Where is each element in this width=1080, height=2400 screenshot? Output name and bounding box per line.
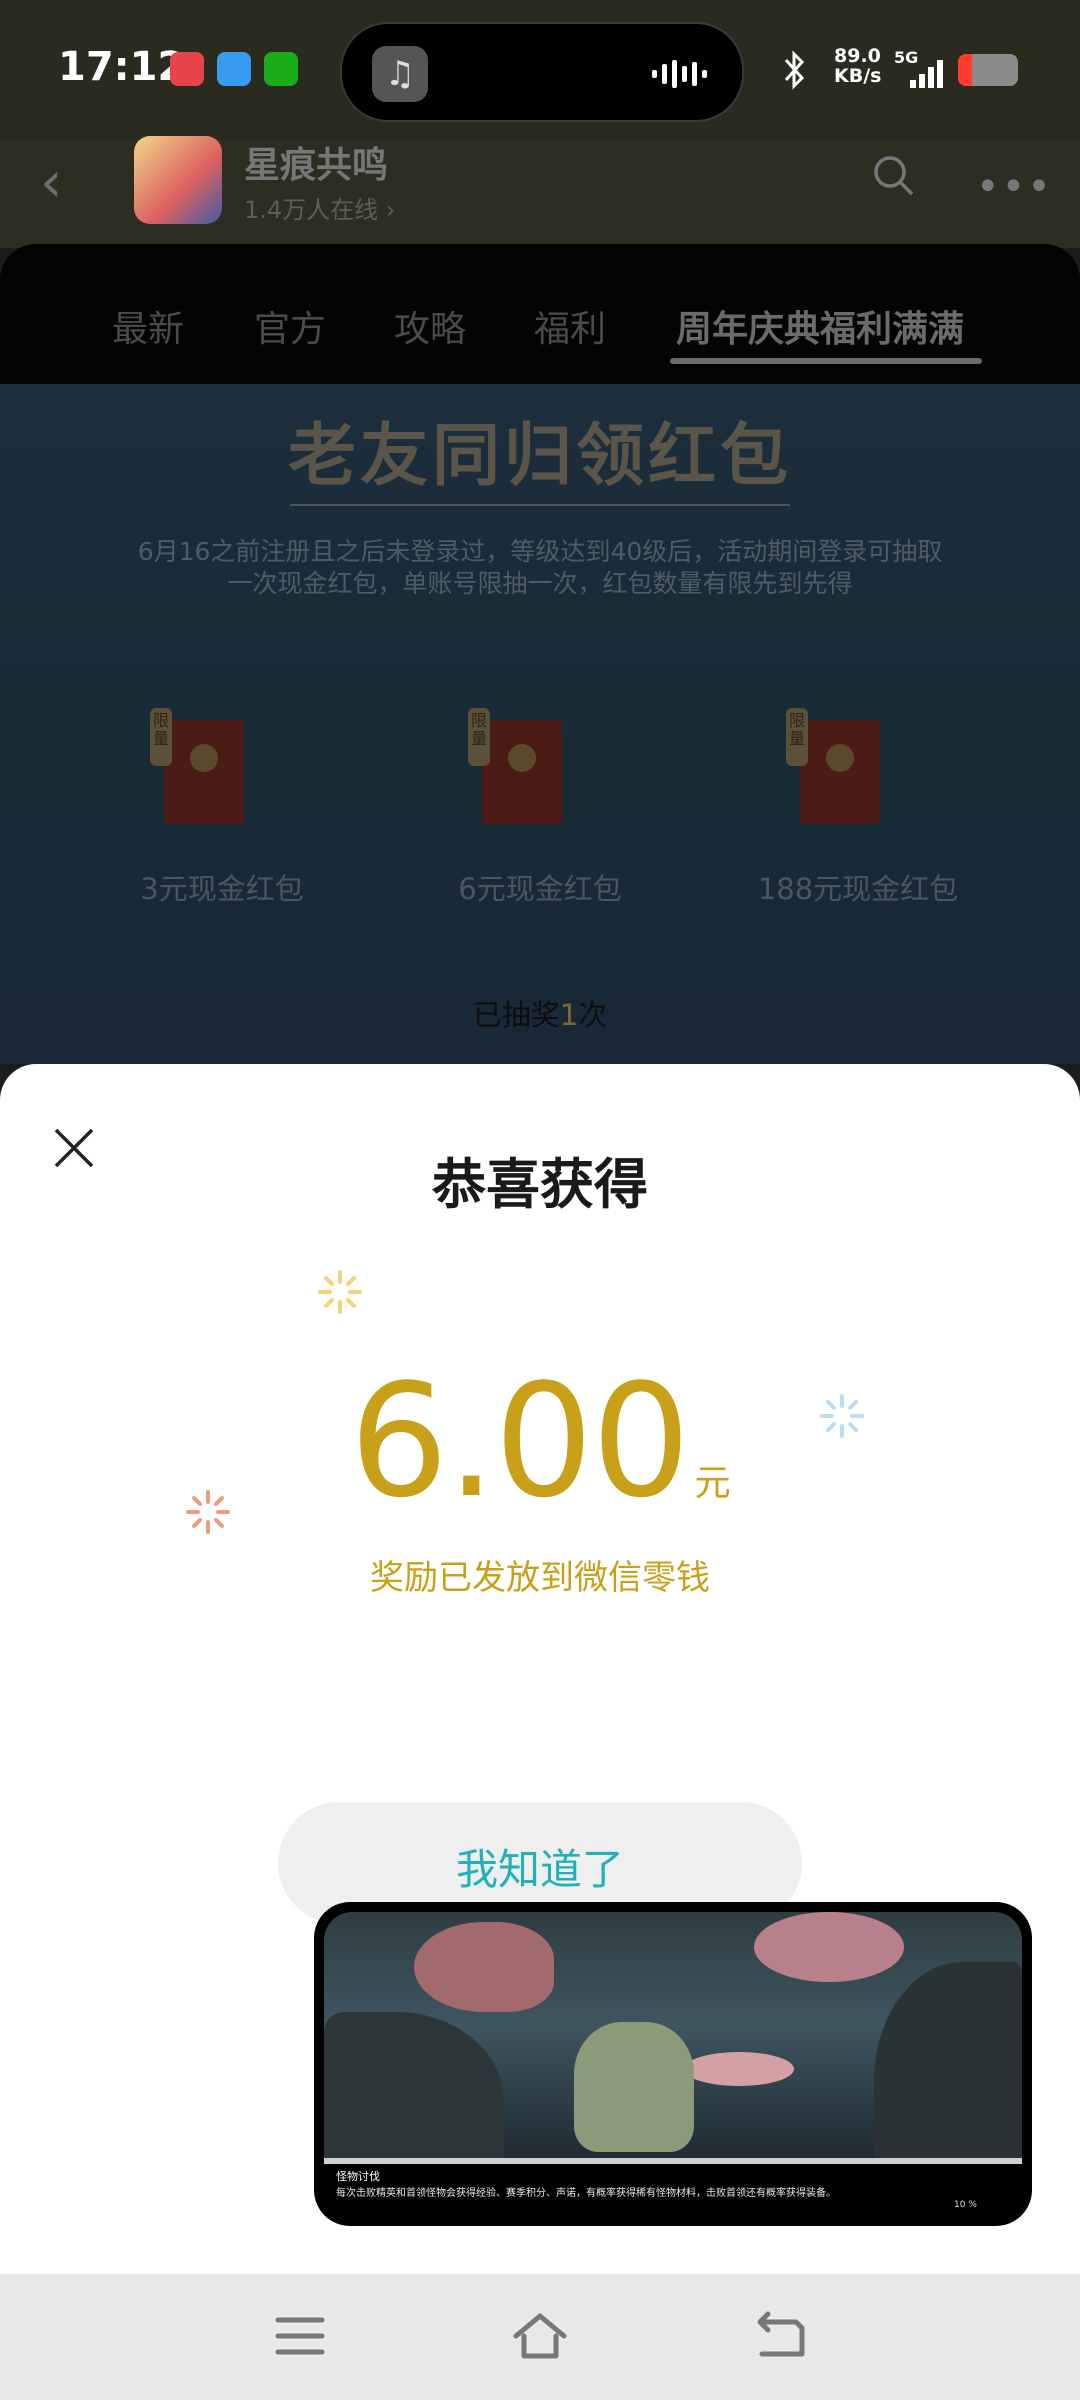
red-packet-3[interactable]: 限量 [150,708,258,824]
chevron-left-icon[interactable]: ‹ [40,150,62,215]
tab-anniversary[interactable]: 周年庆典福利满满 [676,300,964,352]
community-title[interactable]: 星痕共鸣 [244,136,388,188]
reward-message: 奖励已发放到微信零钱 [370,1558,710,1598]
draw-count: 已抽奖1次 [472,998,608,1032]
tab-guides[interactable]: 攻略 [394,300,466,352]
signal-icon [910,60,943,88]
video-progress-bar [324,2158,1022,2164]
network-speed: 89.0 KB/s [834,45,882,87]
event-description: 6月16之前注册且之后未登录过，等级达到40级后，活动期间登录可抽取 一次现金红… [137,537,943,598]
home-icon[interactable] [510,2308,570,2364]
confirm-button-label[interactable]: 我知道了 [278,1836,802,1897]
limited-tag: 限量 [150,708,172,766]
limited-tag: 限量 [468,708,490,766]
red-packet-6[interactable]: 限量 [468,708,576,824]
back-gesture-icon[interactable] [750,2308,810,2364]
tab-benefits[interactable]: 福利 [534,300,606,352]
music-note-icon: ♫ [372,46,428,102]
wechat-icon [264,52,298,86]
video-caption-title: 怪物讨伐 [336,2170,380,2183]
audio-wave-icon [652,60,707,88]
news-app-icon [217,52,251,86]
limited-tag: 限量 [786,708,808,766]
red-packet-188[interactable]: 限量 [786,708,894,824]
tab-official[interactable]: 官方 [254,300,326,352]
sparkle-icon [318,1270,362,1314]
red-packet-label: 188元现金红包 [757,872,959,906]
video-overlay[interactable]: 怪物讨伐 每次击败精英和首领怪物会获得经验、赛季积分、声诺，有概率获得稀有怪物材… [314,1902,1032,2226]
red-packet-icon [508,744,536,772]
community-avatar[interactable] [134,136,222,224]
search-icon[interactable] [872,154,914,196]
menu-icon[interactable] [270,2308,330,2364]
video-caption-text: 每次击败精英和首领怪物会获得经验、赛季积分、声诺，有概率获得稀有怪物材料，击败首… [336,2188,836,2199]
battery-icon [958,54,1018,86]
more-icon[interactable]: ••• [976,164,1053,210]
title-divider [290,504,790,506]
event-title: 老友同归领红包 [287,416,792,496]
red-packet-label: 3元现金红包 [140,872,304,906]
sheet-title: 恭喜获得 [432,1153,648,1216]
red-packet-icon [190,744,218,772]
video-progress-label: 10 % [954,2200,977,2210]
reward-amount: 6.00 元 [349,1350,731,1532]
red-packet-label: 6元现金红包 [458,872,622,906]
dynamic-island[interactable]: ♫ [340,22,744,122]
music-app-icon [170,52,204,86]
tab-latest[interactable]: 最新 [112,300,184,352]
red-packet-icon [826,744,854,772]
status-time: 17:12 [58,44,186,90]
active-tab-indicator [670,358,982,364]
online-count[interactable]: 1.4万人在线 › [244,190,395,225]
bluetooth-icon [784,50,805,90]
